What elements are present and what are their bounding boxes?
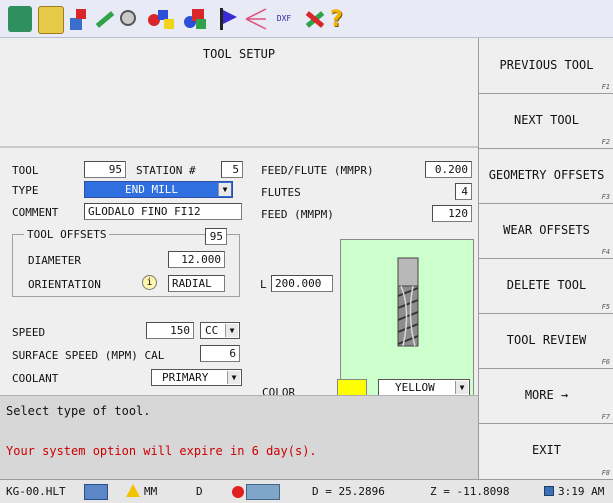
status-bar: KG-00.HLT MM D D = 25.2896 Z = -11.8098 … <box>0 479 613 503</box>
keyboard-icon[interactable] <box>84 484 108 500</box>
softkey-label: PREVIOUS TOOL <box>499 58 594 72</box>
z-readout: Z = -11.8098 <box>430 485 510 498</box>
softkey-label: TOOL REVIEW <box>506 333 587 347</box>
feed-flute-field[interactable]: 0.200 <box>425 161 472 178</box>
length-label: L <box>260 278 267 291</box>
toolbar: DXF ? <box>0 0 613 38</box>
dxf-icon[interactable]: DXF <box>272 6 296 32</box>
pencil-icon[interactable] <box>92 6 116 32</box>
softkey-fkey: F1 <box>601 83 610 91</box>
calendar-icon <box>544 486 554 496</box>
softkey-fkey: F5 <box>601 303 610 311</box>
file-name: KG-00.HLT <box>6 485 66 498</box>
tool-offsets-field[interactable]: 95 <box>205 228 227 245</box>
station-label: STATION # <box>136 164 196 177</box>
surface-speed-field[interactable]: 6 <box>200 345 240 362</box>
coolant-label: COOLANT <box>12 372 59 385</box>
speed-label: SPEED <box>12 326 46 339</box>
rays-icon[interactable] <box>244 6 268 32</box>
previous-tool-button[interactable]: PREVIOUS TOOL F1 <box>479 38 613 94</box>
diameter-field[interactable]: 12.000 <box>168 251 225 268</box>
keyboard-icon[interactable] <box>246 484 280 500</box>
softkey-label: EXIT <box>532 443 561 457</box>
hint-message: Select type of tool. <box>6 404 151 418</box>
softkey-fkey: F6 <box>601 358 610 366</box>
tool-type-select[interactable]: END MILL ▼ <box>84 181 233 198</box>
color-select[interactable]: YELLOW ▼ <box>378 379 470 396</box>
softkey-panel: PREVIOUS TOOL F1 NEXT TOOL F2 GEOMETRY O… <box>478 38 613 479</box>
chevron-down-icon[interactable]: ▼ <box>218 183 231 196</box>
station-field[interactable]: 5 <box>221 161 243 178</box>
d-readout: D = 25.2896 <box>312 485 385 498</box>
shapes-icon[interactable] <box>146 6 178 32</box>
expiry-warning: Your system option will expire in 6 day(… <box>6 444 317 458</box>
warning-icon[interactable] <box>126 484 140 497</box>
feed-label: FEED (MMPM) <box>261 208 334 221</box>
tool-type-value: END MILL <box>125 183 178 196</box>
flag-icon[interactable] <box>214 6 238 32</box>
speed-unit-value: CC <box>205 324 219 337</box>
coolant-select[interactable]: PRIMARY ▼ <box>151 369 242 386</box>
tool-number-field[interactable]: 95 <box>84 161 126 178</box>
wrench-icon[interactable] <box>302 6 326 32</box>
speed-unit-select[interactable]: CC ▼ <box>200 322 240 339</box>
orientation-label: ORIENTATION <box>28 278 101 291</box>
type-label: TYPE <box>12 184 39 197</box>
geometry-offsets-button[interactable]: GEOMETRY OFFSETS F3 <box>479 148 613 204</box>
flutes-field[interactable]: 4 <box>455 183 472 200</box>
clock: 3:19 AM <box>558 485 605 498</box>
exit-button[interactable]: EXIT F8 <box>479 423 613 479</box>
feed-flute-label: FEED/FLUTE (MMPR) <box>261 164 374 177</box>
tool-label: TOOL <box>12 164 39 177</box>
brush-icon[interactable] <box>116 6 140 32</box>
softkey-fkey: F4 <box>601 248 610 256</box>
softkey-label: GEOMETRY OFFSETS <box>488 168 605 182</box>
flutes-label: FLUTES <box>261 186 301 199</box>
delete-tool-button[interactable]: DELETE TOOL F5 <box>479 258 613 314</box>
divider <box>0 146 478 148</box>
record-icon[interactable] <box>232 486 244 498</box>
comment-label: COMMENT <box>12 206 59 219</box>
help-icon[interactable]: ? <box>328 6 352 32</box>
surface-speed-label: SURFACE SPEED (MPM) CAL <box>12 349 165 362</box>
wear-offsets-button[interactable]: WEAR OFFSETS F4 <box>479 203 613 259</box>
chevron-down-icon[interactable]: ▼ <box>455 381 468 394</box>
cube-icon[interactable] <box>8 6 32 32</box>
length-field[interactable]: 200.000 <box>271 275 333 292</box>
color-swatch[interactable] <box>337 379 367 396</box>
tool-setup-panel: TOOL SETUP TOOL 95 STATION # 5 TYPE END … <box>0 38 478 479</box>
chip-icon[interactable] <box>38 6 64 34</box>
softkey-label: NEXT TOOL <box>513 113 580 127</box>
chevron-down-icon[interactable]: ▼ <box>227 371 240 384</box>
softkey-label: DELETE TOOL <box>506 278 587 292</box>
tool-review-button[interactable]: TOOL REVIEW F6 <box>479 313 613 369</box>
more-button[interactable]: MORE → F7 <box>479 368 613 424</box>
softkey-fkey: F8 <box>601 469 610 477</box>
softkey-fkey: F2 <box>601 138 610 146</box>
info-icon[interactable]: i <box>142 275 157 290</box>
coolant-value: PRIMARY <box>162 371 209 384</box>
tool-offsets-label: TOOL OFFSETS <box>24 228 110 241</box>
orientation-field[interactable]: RADIAL <box>168 275 225 292</box>
next-tool-button[interactable]: NEXT TOOL F2 <box>479 93 613 149</box>
unit-indicator: MM <box>144 485 158 498</box>
export-icon[interactable] <box>66 6 90 32</box>
comment-field[interactable]: GLODALO FINO FI12 <box>84 203 242 220</box>
softkey-label: MORE → <box>524 388 569 402</box>
feed-field[interactable]: 120 <box>432 205 472 222</box>
softkey-fkey: F3 <box>601 193 610 201</box>
speed-field[interactable]: 150 <box>146 322 194 339</box>
mode-indicator: D <box>196 485 203 498</box>
color-value: YELLOW <box>395 381 435 394</box>
softkey-fkey: F7 <box>601 413 610 421</box>
page-title: TOOL SETUP <box>202 47 276 61</box>
softkey-label: WEAR OFFSETS <box>503 223 590 237</box>
shapes-icon[interactable] <box>182 6 210 32</box>
diameter-label: DIAMETER <box>28 254 81 267</box>
chevron-down-icon[interactable]: ▼ <box>225 324 238 337</box>
